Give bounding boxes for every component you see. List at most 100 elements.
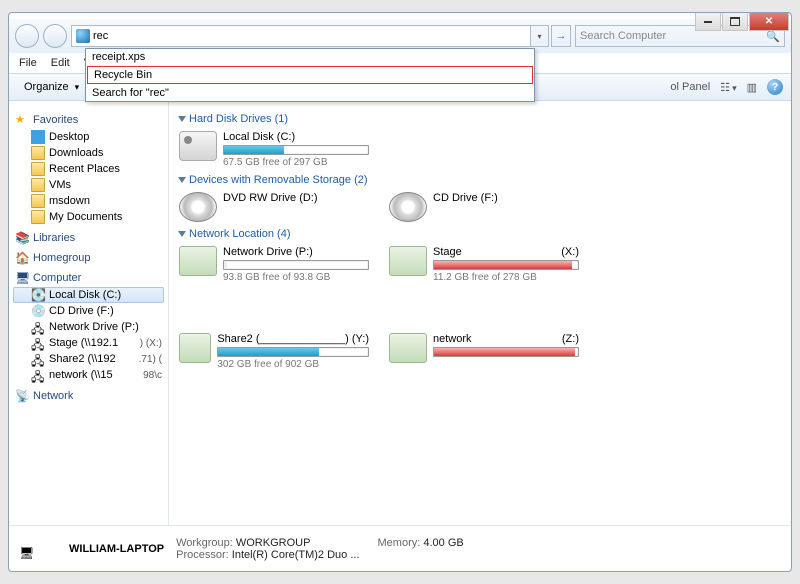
- section-network[interactable]: Network Location (4): [179, 228, 781, 240]
- network-drive-icon: [31, 320, 45, 334]
- network-drive-icon: [179, 246, 217, 276]
- hard-disk-icon: [179, 131, 217, 161]
- address-autocomplete-dropdown: receipt.xps Recycle Bin Search for "rec": [85, 48, 535, 102]
- drive-stage[interactable]: Stage(X:) 11.2 GB free of 278 GB: [389, 246, 579, 283]
- sidebar-item-share2[interactable]: Share2 (\\192.71) (: [13, 351, 164, 367]
- folder-icon: [31, 210, 45, 224]
- computer-header[interactable]: Computer: [15, 271, 164, 285]
- expand-icon: [178, 177, 186, 183]
- sidebar-item-recent[interactable]: Recent Places: [13, 161, 164, 177]
- usage-bar: [223, 260, 369, 270]
- dvd-icon: [179, 192, 217, 222]
- nav-pane: ★Favorites Desktop Downloads Recent Plac…: [9, 101, 169, 525]
- autocomplete-item-search[interactable]: Search for "rec": [86, 85, 534, 101]
- star-icon: ★: [15, 113, 29, 127]
- computer-name: WILLIAM-LAPTOP: [69, 543, 164, 555]
- network-drive-icon: [389, 246, 427, 276]
- homegroup-icon: [15, 251, 29, 265]
- control-panel-link[interactable]: ol Panel: [670, 81, 710, 93]
- drive-label: Network Drive (P:): [223, 246, 369, 258]
- sidebar-item-stage[interactable]: Stage (\\192.1) (X:): [13, 335, 164, 351]
- maximize-button[interactable]: [722, 13, 748, 31]
- menu-edit[interactable]: Edit: [51, 57, 70, 69]
- disk-icon: [31, 288, 45, 302]
- network-drives: Network Drive (P:) 93.8 GB free of 93.8 …: [179, 246, 781, 370]
- address-input[interactable]: rec: [71, 25, 531, 47]
- drive-localdisk[interactable]: Local Disk (C:) 67.5 GB free of 297 GB: [179, 131, 369, 168]
- minimize-button[interactable]: [695, 13, 721, 31]
- drive-free-text: 67.5 GB free of 297 GB: [223, 157, 369, 168]
- drive-label: DVD RW Drive (D:): [223, 192, 369, 204]
- network-drive-icon: [31, 368, 45, 382]
- section-removable[interactable]: Devices with Removable Storage (2): [179, 174, 781, 186]
- network-drive-icon: [31, 336, 45, 350]
- desktop-icon: [31, 130, 45, 144]
- section-hdd[interactable]: Hard Disk Drives (1): [179, 113, 781, 125]
- computer-icon: [15, 271, 29, 285]
- menu-file[interactable]: File: [19, 57, 37, 69]
- drive-free-text: 93.8 GB free of 93.8 GB: [223, 272, 369, 283]
- status-details: Workgroup: WORKGROUP Processor: Intel(R)…: [176, 537, 464, 561]
- cd-icon: [389, 192, 427, 222]
- favorites-header[interactable]: ★Favorites: [15, 113, 164, 127]
- location-icon: [76, 29, 90, 43]
- favorites-list: Desktop Downloads Recent Places VMs msdo…: [13, 129, 164, 225]
- drive-net-p[interactable]: Network Drive (P:) 93.8 GB free of 93.8 …: [179, 246, 369, 283]
- usage-bar: [433, 347, 579, 357]
- window-controls: [695, 13, 789, 31]
- drive-label: CD Drive (F:): [433, 192, 579, 204]
- sidebar-item-network-z[interactable]: network (\\1598\c: [13, 367, 164, 383]
- view-options-button[interactable]: ☷: [720, 81, 736, 94]
- address-bar-wrap: rec → Search Computer 🔍: [71, 25, 785, 47]
- computer-large-icon: [19, 532, 57, 566]
- network-drive-icon: [179, 333, 211, 363]
- sidebar-item-cddrive[interactable]: CD Drive (F:): [13, 303, 164, 319]
- forward-button[interactable]: [43, 24, 67, 48]
- homegroup-header[interactable]: Homegroup: [15, 251, 164, 265]
- autocomplete-item-recycle-bin[interactable]: Recycle Bin: [87, 66, 533, 84]
- drive-label: Local Disk (C:): [223, 131, 369, 143]
- network-icon: [15, 389, 29, 403]
- network-drive-icon: [31, 352, 45, 366]
- sidebar-item-desktop[interactable]: Desktop: [13, 129, 164, 145]
- sidebar-item-localdisk[interactable]: Local Disk (C:): [13, 287, 164, 303]
- back-button[interactable]: [15, 24, 39, 48]
- drive-dvdrw[interactable]: DVD RW Drive (D:): [179, 192, 369, 222]
- content-pane: Hard Disk Drives (1) Local Disk (C:) 67.…: [169, 101, 791, 525]
- drive-cd[interactable]: CD Drive (F:): [389, 192, 579, 222]
- sidebar-item-mydocs[interactable]: My Documents: [13, 209, 164, 225]
- expand-icon: [178, 231, 186, 237]
- libraries-header[interactable]: Libraries: [15, 231, 164, 245]
- sidebar-item-netdrive-p[interactable]: Network Drive (P:): [13, 319, 164, 335]
- drive-share2[interactable]: Share2 (______________) (Y:) 302 GB free…: [179, 333, 369, 370]
- folder-icon: [31, 178, 45, 192]
- drive-network-z[interactable]: network(Z:): [389, 333, 579, 370]
- help-button[interactable]: ?: [767, 79, 783, 95]
- preview-pane-button[interactable]: ▥: [747, 81, 757, 94]
- hdd-drives: Local Disk (C:) 67.5 GB free of 297 GB: [179, 131, 781, 168]
- network-header[interactable]: Network: [15, 389, 164, 403]
- drive-free-text: 302 GB free of 902 GB: [217, 359, 369, 370]
- usage-bar: [433, 260, 579, 270]
- sidebar-item-vms[interactable]: VMs: [13, 177, 164, 193]
- autocomplete-item[interactable]: receipt.xps: [86, 49, 534, 65]
- libraries-icon: [15, 231, 29, 245]
- usage-bar: [217, 347, 369, 357]
- go-button[interactable]: →: [551, 25, 571, 47]
- drive-label: network(Z:): [433, 333, 579, 345]
- removable-drives: DVD RW Drive (D:) CD Drive (F:): [179, 192, 781, 222]
- address-dropdown-button[interactable]: [531, 25, 549, 47]
- sidebar-item-msdown[interactable]: msdown: [13, 193, 164, 209]
- drive-free-text: 11.2 GB free of 278 GB: [433, 272, 579, 283]
- main-area: ★Favorites Desktop Downloads Recent Plac…: [9, 101, 791, 525]
- search-placeholder: Search Computer: [580, 30, 666, 42]
- computer-list: Local Disk (C:) CD Drive (F:) Network Dr…: [13, 287, 164, 383]
- expand-icon: [178, 116, 186, 122]
- folder-icon: [31, 194, 45, 208]
- usage-bar: [223, 145, 369, 155]
- cd-icon: [31, 304, 45, 318]
- organize-button[interactable]: Organize: [17, 78, 90, 96]
- close-button[interactable]: [749, 13, 789, 31]
- sidebar-item-downloads[interactable]: Downloads: [13, 145, 164, 161]
- address-text[interactable]: rec: [93, 30, 108, 42]
